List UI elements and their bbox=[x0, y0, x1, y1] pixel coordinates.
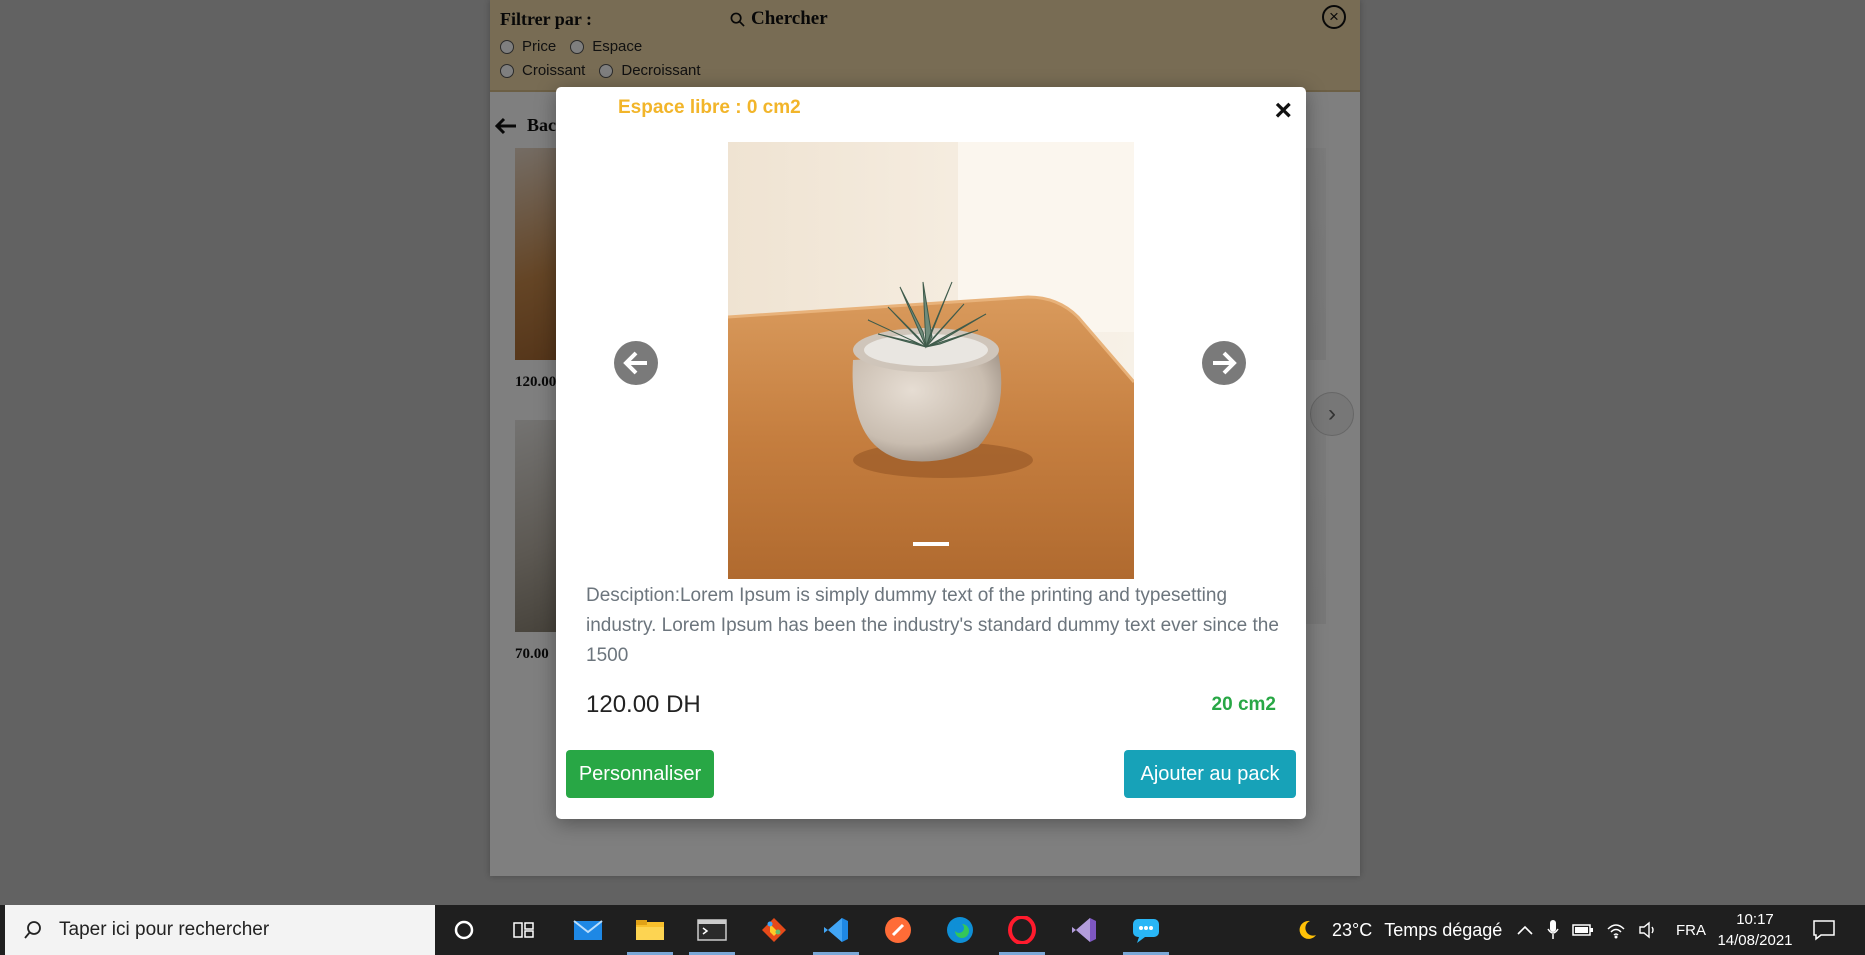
product-size: 20 cm2 bbox=[1211, 694, 1276, 715]
weather-temperature: 23°C bbox=[1332, 919, 1373, 940]
taskbar-search-placeholder: Taper ici pour rechercher bbox=[59, 919, 270, 940]
notifications-icon[interactable] bbox=[1808, 914, 1840, 946]
search-icon bbox=[24, 921, 41, 939]
task-view-icon[interactable] bbox=[508, 914, 540, 946]
product-modal: Espace libre : 0 cm2 × Desciption:Lorem … bbox=[556, 87, 1306, 819]
system-tray: FRA bbox=[1516, 905, 1706, 955]
clock-date: 14/08/2021 bbox=[1717, 932, 1793, 949]
file-explorer-icon[interactable] bbox=[634, 914, 666, 946]
taskbar-search[interactable]: Taper ici pour rechercher bbox=[5, 905, 435, 955]
volume-icon[interactable] bbox=[1638, 921, 1658, 939]
wifi-icon[interactable] bbox=[1606, 921, 1626, 939]
battery-icon[interactable] bbox=[1572, 922, 1594, 938]
close-icon[interactable]: × bbox=[1274, 96, 1292, 126]
mail-icon[interactable] bbox=[572, 914, 604, 946]
add-to-pack-button[interactable]: Ajouter au pack bbox=[1124, 750, 1296, 798]
carousel-next-button[interactable] bbox=[1202, 341, 1246, 385]
visual-studio-icon[interactable] bbox=[1068, 914, 1100, 946]
weather-description: Temps dégagé bbox=[1384, 919, 1503, 940]
free-space-label: Espace libre : 0 cm2 bbox=[618, 97, 801, 118]
arrow-right-icon bbox=[1213, 351, 1237, 375]
clock[interactable]: 10:17 14/08/2021 bbox=[1713, 909, 1797, 951]
git-icon[interactable] bbox=[758, 914, 790, 946]
chat-icon[interactable] bbox=[1130, 914, 1162, 946]
moon-icon bbox=[1299, 920, 1316, 939]
chevron-up-icon[interactable] bbox=[1516, 924, 1534, 936]
arrow-left-icon bbox=[623, 351, 647, 375]
clock-time: 10:17 bbox=[1736, 911, 1774, 928]
product-price: 120.00 DH bbox=[586, 691, 701, 718]
personnaliser-button[interactable]: Personnaliser bbox=[566, 750, 714, 798]
carousel-prev-button[interactable] bbox=[614, 341, 658, 385]
language-indicator[interactable]: FRA bbox=[1676, 922, 1706, 939]
taskbar: Taper ici pour rechercher 23°C Temps dég… bbox=[0, 905, 1865, 955]
terminal-icon[interactable] bbox=[696, 914, 728, 946]
postman-icon[interactable] bbox=[882, 914, 914, 946]
opera-icon[interactable] bbox=[1006, 914, 1038, 946]
cortana-icon[interactable] bbox=[448, 914, 480, 946]
product-description: Desciption:Lorem Ipsum is simply dummy t… bbox=[586, 585, 1279, 666]
weather-widget[interactable]: 23°C Temps dégagé bbox=[1296, 905, 1502, 955]
vscode-icon[interactable] bbox=[820, 914, 852, 946]
carousel-image bbox=[728, 142, 1134, 579]
carousel-indicator[interactable] bbox=[913, 542, 949, 546]
edge-icon[interactable] bbox=[944, 914, 976, 946]
microphone-icon[interactable] bbox=[1546, 919, 1560, 941]
